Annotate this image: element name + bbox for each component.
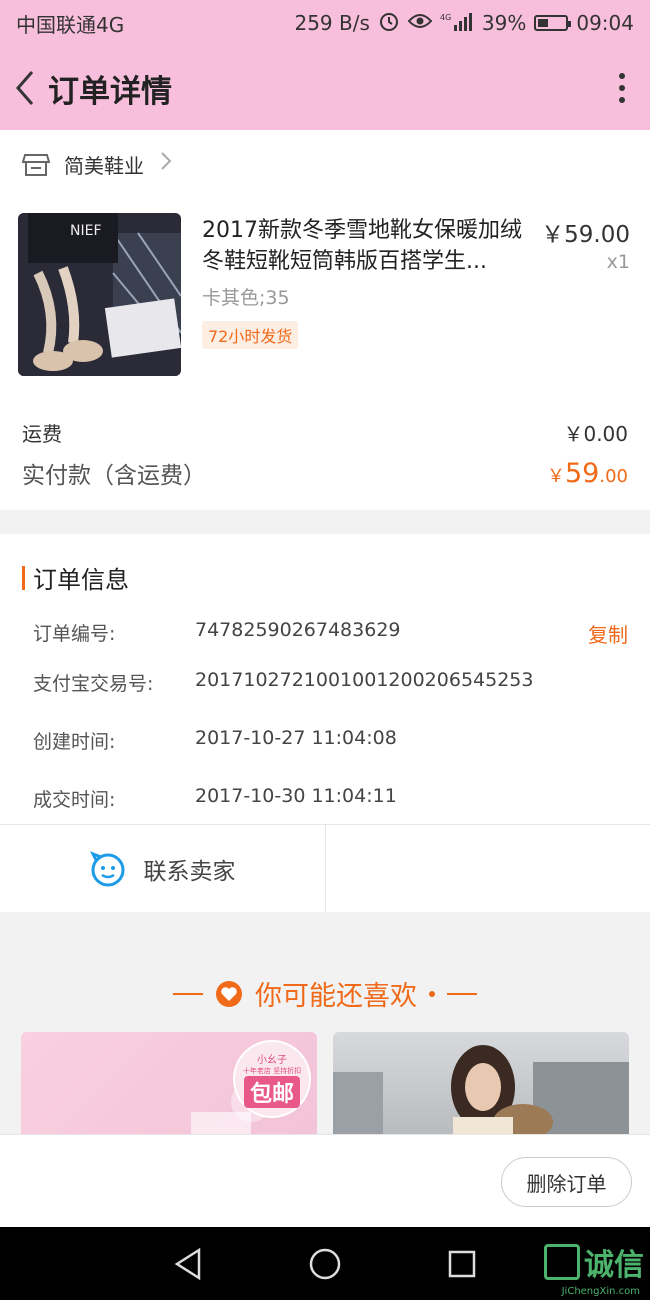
carrier-label: 中国联通4G bbox=[16, 12, 125, 37]
product-price: ￥59.00 bbox=[541, 222, 630, 248]
deal-time-value: 2017-10-30 11:04:11 bbox=[195, 785, 397, 807]
clock: 09:04 bbox=[576, 11, 634, 35]
paid-currency: ￥ bbox=[547, 465, 565, 487]
alipay-trade-label: 支付宝交易号: bbox=[33, 673, 154, 695]
signal-icon: 4G bbox=[440, 11, 474, 36]
alipay-trade-value: 2017102721001001200206545253 bbox=[195, 669, 534, 691]
more-menu-button[interactable] bbox=[604, 66, 640, 110]
product-quantity: x1 bbox=[606, 251, 630, 273]
page-title: 订单详情 bbox=[48, 73, 172, 110]
paid-integer: 59 bbox=[565, 457, 600, 489]
order-info-title-text: 订单信息 bbox=[33, 566, 129, 594]
section-accent-bar bbox=[22, 565, 25, 590]
back-button[interactable] bbox=[10, 68, 40, 108]
free-shipping-badge: 小幺子 十年老店 坚持折扣 包邮 bbox=[233, 1040, 311, 1118]
nav-recents-icon[interactable] bbox=[447, 1249, 477, 1279]
recommend-title-text: 你可能还喜欢 bbox=[255, 981, 417, 1012]
chat-face-icon bbox=[89, 850, 124, 886]
thumb-print-text: NIEF bbox=[70, 223, 102, 239]
nav-home-icon[interactable] bbox=[308, 1247, 342, 1281]
watermark-icon bbox=[544, 1244, 580, 1280]
contact-seller-label: 联系卖家 bbox=[143, 858, 236, 885]
nav-back-icon[interactable] bbox=[173, 1247, 203, 1281]
order-number-value: 74782590267483629 bbox=[195, 619, 401, 641]
svg-text:4G: 4G bbox=[440, 13, 451, 22]
product-item[interactable]: NIEF 2017新款冬季雪地靴女保暖加绒冬鞋短靴短筒韩版百搭学生... ￥59… bbox=[18, 213, 630, 377]
battery-icon bbox=[534, 15, 572, 31]
paid-amount-value: ￥59.00 bbox=[547, 458, 628, 489]
watermark-text: 诚信 bbox=[584, 1248, 644, 1283]
more-dot-icon bbox=[619, 97, 625, 103]
alipay-trade-row: 支付宝交易号: 2017102721001001200206545253 bbox=[33, 669, 628, 696]
title-deco-dot bbox=[429, 990, 435, 997]
title-deco-line-right bbox=[447, 992, 477, 995]
chevron-left-icon bbox=[16, 71, 34, 105]
shipping-fee-row: 运费 ￥0.00 bbox=[22, 418, 628, 447]
order-info-title: 订单信息 bbox=[22, 560, 129, 595]
more-dot-icon bbox=[619, 85, 625, 91]
order-number-label: 订单编号: bbox=[33, 623, 116, 645]
shop-name: 简美鞋业 bbox=[64, 153, 144, 178]
copy-button[interactable]: 复制 bbox=[588, 619, 628, 648]
paid-amount-row: 实付款（含运费） ￥59.00 bbox=[22, 456, 628, 490]
nav-bar: 订单详情 bbox=[0, 46, 650, 130]
recommend-section: 你可能还喜欢 小幺子 十年老店 坚持折扣 包邮 bbox=[0, 912, 650, 1134]
delete-order-button[interactable]: 删除订单 bbox=[501, 1157, 632, 1207]
battery-percent: 39% bbox=[481, 11, 527, 35]
recommend-title: 你可能还喜欢 bbox=[0, 974, 650, 1013]
order-item-card: 简美鞋业 NIEF 2017新款冬季雪地靴女保暖加绒冬鞋短靴短筒韩版百搭学生..… bbox=[0, 130, 650, 510]
product-thumbnail: NIEF bbox=[18, 213, 181, 376]
status-bar: 中国联通4G 259 B/s 4G 39% 09:04 bbox=[0, 0, 650, 46]
contact-seller-button[interactable]: 联系卖家 bbox=[0, 825, 326, 912]
status-right: 259 B/s 4G 39% 09:04 bbox=[294, 10, 634, 37]
deal-time-row: 成交时间: 2017-10-30 11:04:11 bbox=[33, 785, 628, 812]
recommend-product-card[interactable]: 小幺子 十年老店 坚持折扣 包邮 bbox=[21, 1032, 317, 1134]
shipping-fee-value: ￥0.00 bbox=[563, 422, 628, 446]
alarm-icon bbox=[378, 10, 400, 37]
recommend-product-card[interactable] bbox=[333, 1032, 629, 1134]
created-time-row: 创建时间: 2017-10-27 11:04:08 bbox=[33, 727, 628, 754]
product-sku: 卡其色;35 bbox=[202, 287, 290, 309]
badge-free-shipping: 包邮 bbox=[243, 1075, 300, 1108]
shipping-fee-label: 运费 bbox=[22, 422, 62, 446]
shipping-tag: 72小时发货 bbox=[202, 321, 299, 349]
eye-icon bbox=[407, 11, 433, 35]
watermark-logo: 诚信 bbox=[544, 1240, 644, 1284]
paid-decimal: .00 bbox=[599, 465, 628, 487]
watermark-subtext: JiChengXin.com bbox=[561, 1286, 640, 1297]
more-dot-icon bbox=[619, 73, 625, 79]
bottom-action-bar: 删除订单 bbox=[0, 1134, 650, 1227]
created-time-value: 2017-10-27 11:04:08 bbox=[195, 727, 397, 749]
title-deco-line-left bbox=[173, 992, 203, 995]
chevron-right-icon bbox=[160, 151, 172, 177]
paid-amount-label: 实付款（含运费） bbox=[22, 463, 206, 489]
shop-link[interactable]: 简美鞋业 bbox=[0, 130, 650, 198]
heart-icon bbox=[216, 980, 242, 1007]
created-time-label: 创建时间: bbox=[33, 731, 116, 753]
order-number-row: 订单编号: 74782590267483629 复制 bbox=[33, 619, 628, 648]
network-speed: 259 B/s bbox=[294, 11, 370, 35]
badge-shop-name: 小幺子 bbox=[257, 1054, 287, 1066]
store-icon bbox=[22, 154, 50, 176]
product-title: 2017新款冬季雪地靴女保暖加绒冬鞋短靴短筒韩版百搭学生... bbox=[202, 218, 522, 274]
badge-slogan: 十年老店 坚持折扣 bbox=[242, 1066, 302, 1075]
order-info-card: 订单信息 订单编号: 74782590267483629 复制 支付宝交易号: … bbox=[0, 534, 650, 912]
deal-time-label: 成交时间: bbox=[33, 789, 116, 811]
